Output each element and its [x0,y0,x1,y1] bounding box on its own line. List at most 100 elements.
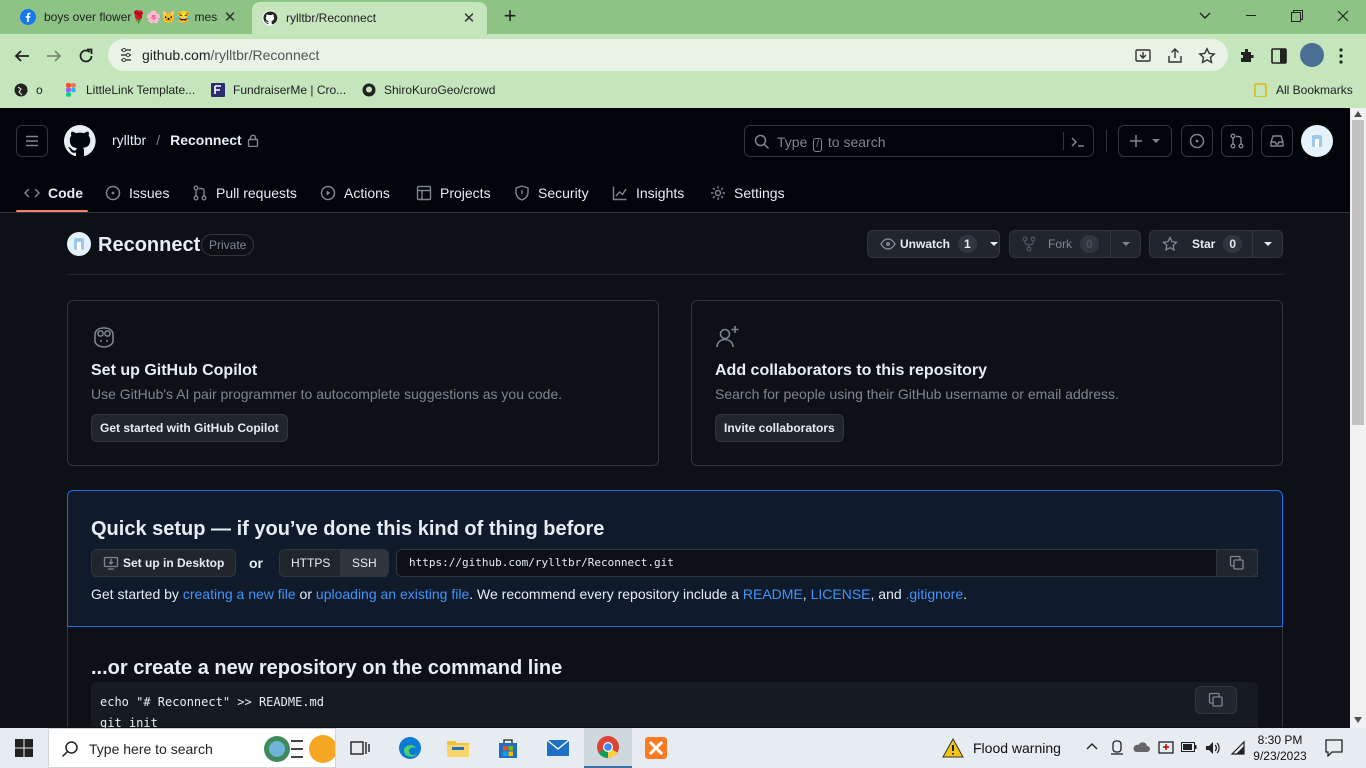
bookmark-shirokurogeo[interactable]: ShiroKuroGeo/crowd [362,83,495,97]
minimize-button[interactable] [1228,0,1274,32]
volume-icon[interactable] [1205,740,1221,756]
address-bar[interactable]: github.com/rylltbr/Reconnect [108,39,1228,71]
create-new-button[interactable] [1118,125,1172,157]
copy-url-button[interactable] [1216,549,1258,577]
clone-url-field[interactable]: https://github.com/rylltbr/Reconnect.git [396,549,1258,577]
readme-link[interactable]: README [743,586,803,602]
mail-app[interactable] [534,728,582,768]
inbox-button[interactable] [1261,125,1293,157]
copilot-description: Use GitHub's AI pair programmer to autoc… [91,386,563,402]
copilot-get-started-button[interactable]: Get started with GitHub Copilot [91,414,288,442]
issues-button[interactable] [1181,125,1213,157]
triangle-down-icon [989,242,998,246]
xampp-app[interactable] [632,728,680,768]
breadcrumb-owner[interactable]: rylltbr [112,132,146,148]
bookmark-star-icon[interactable] [1198,47,1216,65]
tab-insights[interactable]: Insights [612,178,684,208]
taskbar-clock[interactable]: 8:30 PM 9/23/2023 [1250,732,1310,764]
tab-label: Settings [734,185,785,201]
profile-avatar[interactable] [1300,43,1324,67]
tab-code[interactable]: Code [24,178,83,208]
upload-file-link[interactable]: uploading an existing file [316,586,469,602]
copilot-title: Set up GitHub Copilot [91,362,258,379]
github-logo-icon[interactable] [64,125,96,157]
repo-name[interactable]: Reconnect [98,234,200,257]
tab-pull-requests[interactable]: Pull requests [192,178,297,208]
more-menu-icon[interactable] [1338,47,1344,65]
all-bookmarks[interactable]: All Bookmarks [1254,83,1353,97]
tab-settings[interactable]: Settings [710,178,785,208]
star-button[interactable]: Star 0 [1149,230,1283,258]
copy-commands-button[interactable] [1195,686,1237,714]
taskbar-search-box[interactable]: Type here to search [48,728,336,768]
task-view-button[interactable] [336,728,384,768]
search-input[interactable]: Type / to search [744,125,1094,157]
security-icon[interactable] [1158,739,1174,755]
wifi-icon[interactable] [1230,740,1246,756]
scroll-up-icon[interactable] [1354,111,1362,117]
close-tab-icon[interactable]: ✕ [218,8,242,26]
desc-text: . We recommend every repository include … [469,586,743,602]
scrollbar-thumb[interactable] [1352,120,1364,425]
breadcrumb-repo[interactable]: Reconnect [170,132,242,148]
weather-widget[interactable]: Flood warning [942,738,1061,758]
tab-actions[interactable]: Actions [320,178,390,208]
https-toggle[interactable]: HTTPS [279,549,343,577]
share-icon[interactable] [1166,47,1184,65]
forward-button[interactable] [40,42,68,70]
gitignore-link[interactable]: .gitignore [906,586,964,602]
setup-in-desktop-button[interactable]: Set up in Desktop [91,549,237,577]
command-line-section: ...or create a new repository on the com… [67,627,1283,730]
notifications-icon[interactable] [1325,739,1343,757]
page-scrollbar[interactable] [1350,108,1366,728]
global-menu-button[interactable] [16,125,48,157]
repo-owner-avatar[interactable] [67,232,91,256]
install-app-icon[interactable] [1134,47,1152,65]
command-line-title: ...or create a new repository on the com… [91,657,563,679]
fork-button[interactable]: Fork 0 [1009,230,1141,258]
bookmark-littlelink[interactable]: LittleLink Template... [64,83,195,97]
user-avatar[interactable] [1301,125,1333,157]
facebook-icon [20,9,36,25]
onedrive-icon[interactable] [1132,741,1150,753]
code-line: echo "# Reconnect" >> README.md [100,695,324,709]
tab-issues[interactable]: Issues [105,178,169,208]
browser-tab-facebook[interactable]: boys over flower🌹🌸🐱😂 mess ✕ [8,0,248,34]
battery-icon[interactable] [1181,742,1197,752]
site-info-icon[interactable] [120,48,132,62]
figma-icon [66,83,76,97]
extensions-icon[interactable] [1238,47,1256,65]
tab-projects[interactable]: Projects [416,178,491,208]
bookmark-fundraiserme[interactable]: FundraiserMe | Cro... [211,83,346,97]
taskbar-search-placeholder: Type here to search [89,741,213,757]
ssh-toggle[interactable]: SSH [340,549,389,577]
file-explorer-app[interactable] [434,728,482,768]
create-new-file-link[interactable]: creating a new file [183,586,296,602]
license-link[interactable]: LICENSE [811,586,871,602]
tab-security[interactable]: Security [514,178,589,208]
meet-now-icon[interactable] [1110,740,1124,756]
github-icon [362,83,376,97]
side-panel-icon[interactable] [1270,47,1288,65]
desc-text: , and [870,586,906,602]
store-app[interactable] [484,728,532,768]
reload-button[interactable] [72,42,100,70]
close-tab-icon[interactable]: ✕ [457,9,481,27]
pull-requests-button[interactable] [1221,125,1253,157]
close-window-button[interactable] [1320,0,1366,32]
command-palette-icon[interactable] [1070,134,1086,150]
bookmark-o[interactable]: o [14,83,43,97]
browser-tab-github[interactable]: rylltbr/Reconnect ✕ [252,2,487,34]
show-hidden-icons-icon[interactable] [1086,742,1098,750]
invite-collaborators-button[interactable]: Invite collaborators [715,414,844,442]
chrome-app[interactable] [584,728,632,768]
tab-search-chevron-icon[interactable] [1182,0,1228,32]
unwatch-button[interactable]: Unwatch 1 [867,230,1000,258]
back-button[interactable] [8,42,36,70]
new-tab-button[interactable]: + [500,5,520,28]
scroll-down-icon[interactable] [1354,717,1362,723]
fork-label: Fork [1048,237,1072,251]
start-button[interactable] [0,728,48,768]
restore-button[interactable] [1274,0,1320,32]
edge-app[interactable] [386,728,434,768]
